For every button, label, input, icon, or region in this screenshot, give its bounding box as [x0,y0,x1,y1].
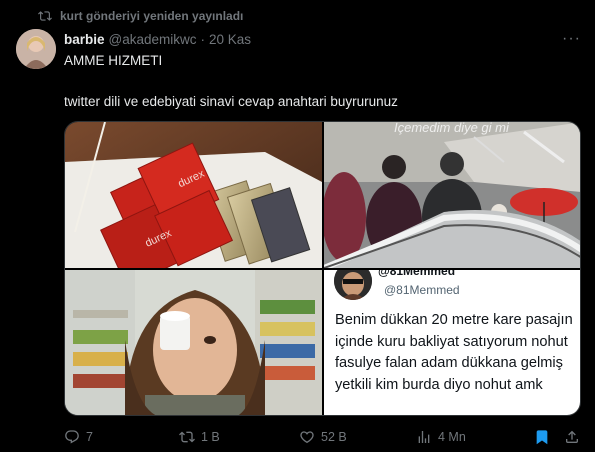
repost-icon [179,431,195,443]
reply-count: 7 [86,430,93,444]
quoted-text: Benim dükkan 20 metre kare pasajın içind… [335,312,573,393]
views-count: 4 Mn [438,430,466,444]
like-count: 52 B [321,430,347,444]
bookmark-button[interactable] [534,427,550,447]
repost-icon [38,11,52,21]
quoted-handle: @81Memmed [384,283,460,297]
reply-icon [65,430,79,444]
media-image-2[interactable]: İçemedim diye gi mi [324,122,580,268]
media-grid: durex durex İçemedim diye gi mi @81Memme… [64,121,581,416]
views-icon [418,431,430,443]
more-icon[interactable]: ··· [562,30,581,48]
views-button[interactable]: 4 Mn [416,427,466,447]
media-image-3[interactable] [65,270,322,415]
tweet-date[interactable]: 20 Kas [209,32,251,47]
tweet-text-line-1: AMME HIZMETI [64,53,163,68]
image-overlay-text: İçemedim diye gi mi [394,122,509,135]
quoted-name: @81Memmed [378,270,456,278]
author-avatar[interactable] [16,29,56,69]
author-name[interactable]: barbie [64,32,105,47]
share-icon [566,430,578,443]
media-image-1[interactable]: durex durex [65,122,322,268]
repost-text: kurt gönderiyi yeniden yayınladı [60,9,244,23]
heart-icon [300,431,314,444]
reply-button[interactable]: 7 [64,427,93,447]
repost-button[interactable]: 1 B [179,427,220,447]
tweet-text-line-2: twitter dili ve edebiyati sinavi cevap a… [64,94,398,109]
share-button[interactable] [564,427,580,447]
media-image-4[interactable]: @81Memmed @81Memmed Benim dükkan 20 metr… [324,270,580,415]
repost-indicator[interactable]: kurt gönderiyi yeniden yayınladı [38,8,243,24]
author-handle[interactable]: @akademikwc [109,32,197,47]
bookmark-icon [536,430,548,445]
separator-dot: · [200,31,206,47]
tweet-header: barbie @akademikwc · 20 Kas ··· [64,30,581,48]
quoted-avatar [334,270,372,300]
action-bar: 7 1 B 52 B 4 Mn [64,427,585,447]
like-button[interactable]: 52 B [299,427,347,447]
repost-count: 1 B [201,430,220,444]
